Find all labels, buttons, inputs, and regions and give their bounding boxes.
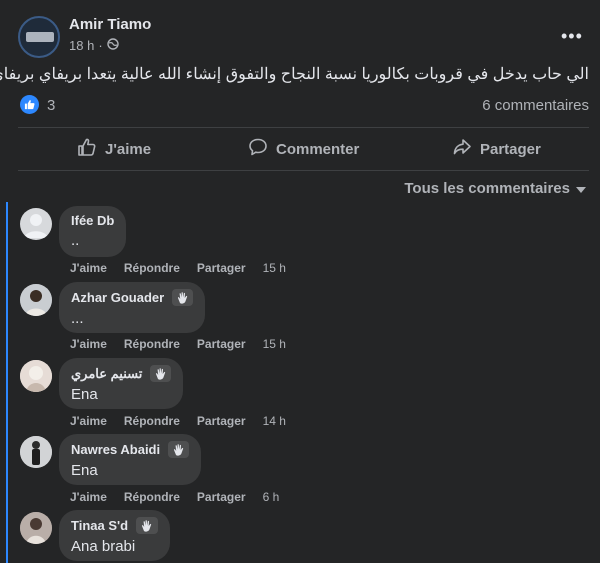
comments-count[interactable]: 6 commentaires: [482, 97, 589, 114]
comment-like-link[interactable]: J'aime: [70, 490, 107, 504]
comment-bubble: Azhar Gouader ...: [59, 282, 205, 333]
comment-avatar[interactable]: [20, 284, 52, 316]
thumbs-up-icon: [77, 137, 97, 161]
comment-avatar[interactable]: [20, 208, 52, 240]
share-label: Partager: [480, 140, 541, 158]
meta-separator: ·: [98, 38, 103, 53]
comment-avatar[interactable]: [20, 360, 52, 392]
comment-reply-link[interactable]: Répondre: [124, 261, 180, 275]
share-button[interactable]: Partager: [452, 131, 541, 167]
comment-bubble-icon: [248, 137, 268, 161]
comment-avatar[interactable]: [20, 512, 52, 544]
post-text: الي حاب يدخل في قروبات بكالوريا نسبة الن…: [0, 66, 589, 83]
comment-text: Ena: [71, 386, 98, 403]
comment-bubble: Tinaa S'd Ana brabi: [59, 510, 170, 561]
comment-text: Ena: [71, 462, 98, 479]
comment-actions: J'aime Répondre Partager 15 h: [70, 337, 286, 351]
comment-time[interactable]: 14 h: [263, 414, 286, 428]
comment-like-link[interactable]: J'aime: [70, 414, 107, 428]
comment-actions: J'aime Répondre Partager 6 h: [70, 490, 279, 504]
comment-share-link[interactable]: Partager: [197, 414, 246, 428]
public-globe-icon: [106, 38, 119, 53]
comment-time[interactable]: 6 h: [263, 490, 280, 504]
more-options-button[interactable]: •••: [561, 26, 583, 47]
comment-label: Commenter: [276, 140, 360, 158]
reaction-count[interactable]: 3: [47, 97, 55, 114]
comment-button[interactable]: Commenter: [248, 131, 359, 167]
comment-share-link[interactable]: Partager: [197, 337, 246, 351]
comment-time[interactable]: 15 h: [263, 337, 286, 351]
comment-author[interactable]: Azhar Gouader: [71, 289, 193, 306]
post-meta: 18 h ·: [69, 38, 119, 53]
comment-reply-link[interactable]: Répondre: [124, 490, 180, 504]
like-reaction-icon[interactable]: [20, 95, 39, 114]
comment-avatar[interactable]: [20, 436, 52, 468]
comment-author[interactable]: Nawres Abaidi: [71, 441, 189, 458]
comment-author[interactable]: Tinaa S'd: [71, 517, 158, 534]
waving-hand-icon[interactable]: [168, 441, 189, 458]
waving-hand-icon[interactable]: [150, 365, 171, 382]
comment-author[interactable]: Ifée Db: [71, 213, 114, 228]
like-button[interactable]: J'aime: [77, 131, 151, 167]
comment-sort-dropdown[interactable]: Tous les commentaires: [404, 180, 586, 197]
sort-label: Tous les commentaires: [404, 180, 570, 197]
comment-author[interactable]: تسنيم عامري: [71, 365, 171, 382]
post-time[interactable]: 18 h: [69, 38, 94, 53]
divider: [18, 127, 589, 128]
comment-bubble: Ifée Db ..: [59, 206, 126, 257]
waving-hand-icon[interactable]: [172, 289, 193, 306]
caret-down-icon: [576, 180, 586, 197]
share-arrow-icon: [452, 137, 472, 161]
comment-time[interactable]: 15 h: [263, 261, 286, 275]
comment-like-link[interactable]: J'aime: [70, 337, 107, 351]
divider: [18, 170, 589, 171]
thread-indicator: [6, 202, 8, 563]
comment-text: ...: [71, 310, 84, 327]
comment-bubble: Nawres Abaidi Ena: [59, 434, 201, 485]
comment-bubble: تسنيم عامري Ena: [59, 358, 183, 409]
author-name[interactable]: Amir Tiamo: [69, 16, 151, 33]
comment-share-link[interactable]: Partager: [197, 490, 246, 504]
author-avatar[interactable]: [18, 16, 60, 58]
waving-hand-icon[interactable]: [136, 517, 158, 534]
like-label: J'aime: [105, 140, 152, 158]
comment-text: ..: [71, 232, 80, 249]
comment-like-link[interactable]: J'aime: [70, 261, 107, 275]
comment-text: Ana brabi: [71, 538, 136, 555]
comment-share-link[interactable]: Partager: [197, 261, 246, 275]
comment-reply-link[interactable]: Répondre: [124, 414, 180, 428]
comment-actions: J'aime Répondre Partager 14 h: [70, 414, 286, 428]
comment-actions: J'aime Répondre Partager 15 h: [70, 261, 286, 275]
comment-reply-link[interactable]: Répondre: [124, 337, 180, 351]
